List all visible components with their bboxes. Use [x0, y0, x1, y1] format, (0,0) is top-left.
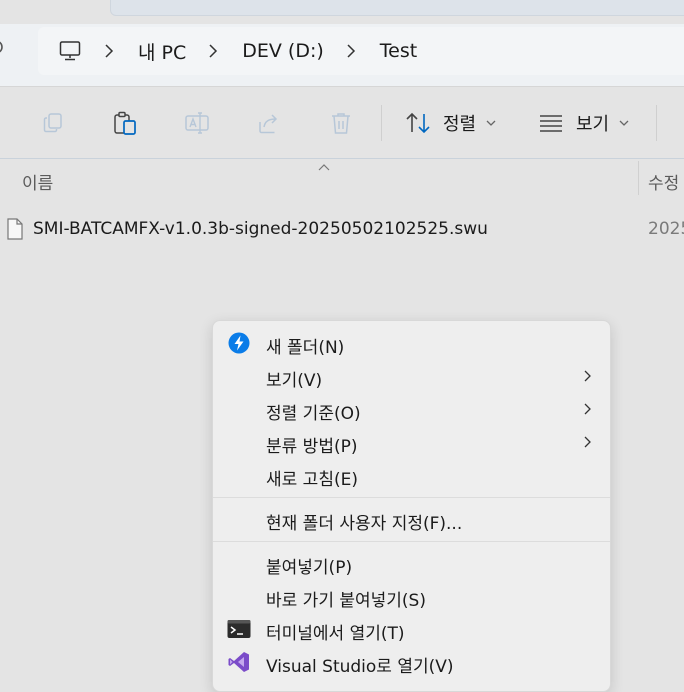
menu-item-label: 새 폴더(N)	[266, 338, 345, 358]
menu-item-open-in-terminal[interactable]: 터미널에서 열기(T)	[213, 613, 610, 646]
toolbar-divider	[381, 105, 382, 141]
rename-icon	[185, 112, 209, 134]
menu-item-label: 현재 폴더 사용자 지정(F)...	[266, 514, 463, 534]
view-icon	[540, 115, 562, 132]
paste-icon	[114, 111, 136, 135]
column-divider[interactable]	[638, 161, 639, 195]
context-menu: 새 폴더(N) 보기(V) 정렬 기준(O) 분류 방법(P) 새로 고침(E)…	[212, 320, 611, 692]
file-name[interactable]: SMI-BATCAMFX-v1.0.3b-signed-202505021025…	[33, 219, 488, 239]
toolbar-divider	[656, 105, 657, 141]
menu-item-label: 보기(V)	[266, 371, 323, 391]
menu-item-refresh[interactable]: 새로 고침(E)	[213, 459, 610, 492]
menu-item-label: 새로 고침(E)	[266, 470, 358, 490]
active-tab[interactable]	[110, 0, 684, 16]
share-button[interactable]	[255, 109, 283, 137]
menu-item-customize-folder[interactable]: 현재 폴더 사용자 지정(F)...	[213, 503, 610, 536]
more-icon	[676, 111, 684, 135]
chevron-down-icon	[486, 119, 496, 127]
menu-item-label: Visual Studio로 열기(V)	[266, 657, 454, 677]
chevron-right-icon[interactable]	[206, 44, 220, 58]
visual-studio-icon	[227, 650, 251, 674]
chevron-right-icon[interactable]	[102, 44, 116, 58]
view-dropdown[interactable]: 보기	[538, 109, 629, 137]
tab-strip	[0, 0, 684, 24]
breadcrumb[interactable]: 내 PC DEV (D:) Test	[38, 27, 684, 75]
menu-item-label: 정렬 기준(O)	[266, 404, 361, 424]
breadcrumb-item-this-pc[interactable]: 내 PC	[138, 38, 186, 65]
menu-item-label: 터미널에서 열기(T)	[266, 624, 405, 644]
rename-button[interactable]	[183, 109, 211, 137]
copy-icon	[43, 113, 62, 133]
breadcrumb-item-drive[interactable]: DEV (D:)	[242, 40, 324, 62]
menu-item-label: 붙여넣기(P)	[266, 558, 353, 578]
column-header: 이름 수정	[0, 158, 684, 201]
chevron-right-icon[interactable]	[344, 44, 358, 58]
menu-item-open-in-visual-studio[interactable]: Visual Studio로 열기(V)	[213, 646, 610, 679]
chevron-right-icon	[581, 402, 593, 416]
sort-ascending-icon	[318, 157, 330, 176]
view-label: 보기	[576, 114, 610, 135]
menu-item-new-folder[interactable]: 새 폴더(N)	[213, 327, 610, 360]
menu-separator	[213, 541, 610, 542]
breadcrumb-item-folder[interactable]: Test	[380, 40, 417, 62]
sort-icon	[406, 112, 430, 134]
file-modified: 2025	[648, 219, 684, 239]
refresh-icon[interactable]	[0, 38, 6, 61]
menu-item-paste[interactable]: 붙여넣기(P)	[213, 547, 610, 580]
menu-separator	[213, 497, 610, 498]
new-folder-icon	[227, 331, 251, 355]
share-icon	[259, 114, 278, 134]
menu-item-paste-shortcut[interactable]: 바로 가기 붙여넣기(S)	[213, 580, 610, 613]
menu-item-label: 분류 방법(P)	[266, 437, 358, 457]
trash-icon	[332, 113, 350, 134]
paste-button[interactable]	[111, 109, 139, 137]
chevron-down-icon	[619, 119, 629, 127]
command-bar: 정렬 보기	[0, 86, 684, 159]
menu-item-view[interactable]: 보기(V)	[213, 360, 610, 393]
file-icon	[6, 218, 24, 244]
more-button[interactable]	[676, 109, 684, 137]
menu-item-sort-by[interactable]: 정렬 기준(O)	[213, 393, 610, 426]
chevron-right-icon	[581, 369, 593, 383]
this-pc-icon[interactable]	[58, 39, 82, 63]
terminal-icon	[227, 617, 251, 641]
copy-button[interactable]	[39, 109, 67, 137]
sort-dropdown[interactable]: 정렬	[405, 109, 496, 137]
chevron-right-icon	[581, 435, 593, 449]
menu-item-label: 바로 가기 붙여넣기(S)	[266, 591, 426, 611]
delete-button[interactable]	[327, 109, 355, 137]
column-name[interactable]: 이름	[22, 169, 53, 194]
column-modified[interactable]: 수정	[648, 169, 679, 194]
sort-label: 정렬	[443, 114, 477, 135]
file-row[interactable]: SMI-BATCAMFX-v1.0.3b-signed-202505021025…	[0, 210, 684, 248]
menu-item-group-by[interactable]: 분류 방법(P)	[213, 426, 610, 459]
